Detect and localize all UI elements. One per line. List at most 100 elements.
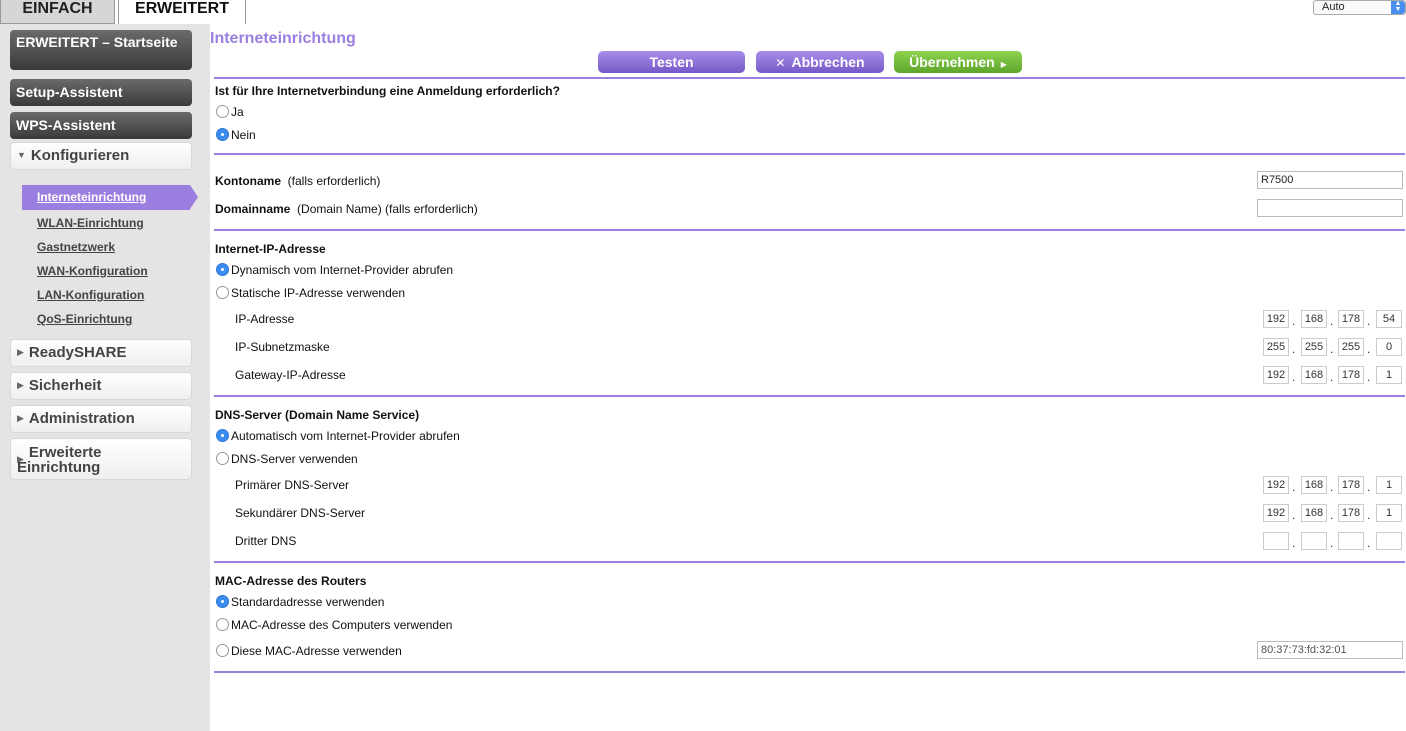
primary-dns-label: Primärer DNS-Server	[235, 478, 350, 492]
mac-address-title: MAC-Adresse des Routers	[215, 574, 367, 588]
gateway-ip-label: Gateway-IP-Adresse	[235, 368, 346, 382]
ip-address-octet-3[interactable]: 178	[1338, 310, 1364, 328]
apply-button[interactable]: Übernehmen ▶	[894, 51, 1022, 73]
sidebar-category-readyshare[interactable]: ▶ ReadySHARE	[10, 339, 192, 367]
dns-server-title: DNS-Server (Domain Name Service)	[215, 408, 420, 422]
third-dns-label: Dritter DNS	[235, 534, 297, 548]
tab-simple[interactable]: EINFACH	[0, 0, 115, 24]
sidebar: ERWEITERT – Startseite Setup-Assistent W…	[0, 24, 210, 731]
main-content: Interneteinrichtung Testen ✕ Abbrechen Üb…	[210, 24, 1406, 731]
account-name-input[interactable]: R7500	[1257, 171, 1403, 189]
mac-address-input[interactable]: 80:37:73:fd:32:01	[1257, 641, 1403, 659]
gateway-octet-4[interactable]: 1	[1376, 366, 1402, 384]
radio-label-dns-auto: Automatisch vom Internet-Provider abrufe…	[231, 429, 460, 443]
primary-dns-octet-1[interactable]: 192	[1263, 476, 1289, 494]
radio-label-mac-default: Standardadresse verwenden	[231, 595, 385, 609]
internet-ip-title: Internet-IP-Adresse	[215, 242, 326, 256]
radio-mac-custom[interactable]	[216, 644, 229, 657]
test-button-label: Testen	[649, 54, 694, 70]
dot-separator: .	[1367, 508, 1371, 522]
secondary-dns-octet-1[interactable]: 192	[1263, 504, 1289, 522]
sidebar-item-guest-network[interactable]: Gastnetzwerk	[37, 240, 115, 254]
sidebar-advanced-home[interactable]: ERWEITERT – Startseite	[10, 30, 192, 70]
sidebar-item-internet-setup[interactable]: Interneteinrichtung	[22, 185, 198, 210]
gateway-octet-1[interactable]: 192	[1263, 366, 1289, 384]
radio-label-no: Nein	[231, 128, 256, 142]
primary-dns-octet-4[interactable]: 1	[1376, 476, 1402, 494]
radio-mac-default[interactable]	[216, 595, 229, 608]
radio-login-no[interactable]	[216, 128, 229, 141]
radio-label-yes: Ja	[231, 105, 244, 119]
sidebar-category-advanced-setup[interactable]: ▶ Erweiterte Einrichtung	[10, 438, 192, 480]
triangle-right-icon: ▶	[17, 380, 24, 390]
primary-dns-octet-2[interactable]: 168	[1301, 476, 1327, 494]
dot-separator: .	[1292, 342, 1296, 356]
gateway-octet-2[interactable]: 168	[1301, 366, 1327, 384]
category-label: Sicherheit	[28, 377, 102, 394]
sidebar-item-wan-config[interactable]: WAN-Konfiguration	[37, 264, 148, 278]
radio-login-yes[interactable]	[216, 105, 229, 118]
apply-button-label: Übernehmen	[909, 54, 995, 70]
radio-ip-static[interactable]	[216, 286, 229, 299]
top-tab-bar: EINFACH ERWEITERT Auto ▲ ▼	[0, 0, 1406, 24]
radio-label-mac-computer: MAC-Adresse des Computers verwenden	[231, 618, 453, 632]
sidebar-setup-wizard[interactable]: Setup-Assistent	[10, 79, 192, 106]
radio-dns-auto[interactable]	[216, 429, 229, 442]
dot-separator: .	[1292, 508, 1296, 522]
dot-separator: .	[1367, 314, 1371, 328]
sidebar-item-lan-config[interactable]: LAN-Konfiguration	[37, 288, 144, 302]
sidebar-item-wlan-setup[interactable]: WLAN-Einrichtung	[37, 216, 144, 230]
dot-separator: .	[1292, 480, 1296, 494]
ip-address-octet-4[interactable]: 54	[1376, 310, 1402, 328]
dot-separator: .	[1330, 342, 1334, 356]
subnet-mask-label: IP-Subnetzmaske	[235, 340, 330, 354]
tab-advanced[interactable]: ERWEITERT	[118, 0, 246, 24]
language-select-value: Auto	[1322, 1, 1345, 13]
sidebar-category-security[interactable]: ▶ Sicherheit	[10, 372, 192, 400]
divider	[214, 561, 1405, 563]
radio-dns-manual[interactable]	[216, 452, 229, 465]
third-dns-octet-1[interactable]	[1263, 532, 1289, 550]
language-select[interactable]: Auto ▲ ▼	[1313, 0, 1406, 15]
subnet-mask-octet-4[interactable]: 0	[1376, 338, 1402, 356]
dot-separator: .	[1367, 342, 1371, 356]
close-icon: ✕	[775, 56, 786, 70]
secondary-dns-octet-2[interactable]: 168	[1301, 504, 1327, 522]
subnet-mask-octet-3[interactable]: 255	[1338, 338, 1364, 356]
domain-name-label: Domainname (Domain Name) (falls erforder…	[215, 202, 478, 216]
category-label: ReadySHARE	[28, 344, 127, 361]
dot-separator: .	[1292, 536, 1296, 550]
divider	[214, 229, 1405, 231]
radio-ip-dynamic[interactable]	[216, 263, 229, 276]
primary-dns-octet-3[interactable]: 178	[1338, 476, 1364, 494]
sidebar-category-configure[interactable]: ▼ Konfigurieren	[10, 142, 192, 170]
secondary-dns-label: Sekundärer DNS-Server	[235, 506, 366, 520]
radio-label-mac-custom: Diese MAC-Adresse verwenden	[231, 644, 402, 658]
sidebar-item-qos-setup[interactable]: QoS-Einrichtung	[37, 312, 132, 326]
dot-separator: .	[1292, 370, 1296, 384]
subnet-mask-octet-2[interactable]: 255	[1301, 338, 1327, 356]
domain-name-input[interactable]	[1257, 199, 1403, 217]
secondary-dns-octet-4[interactable]: 1	[1376, 504, 1402, 522]
triangle-right-icon: ▶	[17, 454, 24, 464]
test-button[interactable]: Testen	[598, 51, 745, 73]
dot-separator: .	[1330, 536, 1334, 550]
dot-separator: .	[1292, 314, 1296, 328]
ip-address-octet-2[interactable]: 168	[1301, 310, 1327, 328]
secondary-dns-octet-3[interactable]: 178	[1338, 504, 1364, 522]
divider	[214, 395, 1405, 397]
gateway-octet-3[interactable]: 178	[1338, 366, 1364, 384]
radio-label-ip-dynamic: Dynamisch vom Internet-Provider abrufen	[231, 263, 454, 277]
ip-address-octet-1[interactable]: 192	[1263, 310, 1289, 328]
sidebar-wps-wizard[interactable]: WPS-Assistent	[10, 112, 192, 139]
category-label: Erweiterte Einrichtung	[17, 444, 102, 476]
login-question: Ist für Ihre Internetverbindung eine Anm…	[215, 84, 560, 98]
subnet-mask-octet-1[interactable]: 255	[1263, 338, 1289, 356]
third-dns-octet-4[interactable]	[1376, 532, 1402, 550]
third-dns-octet-3[interactable]	[1338, 532, 1364, 550]
sidebar-category-administration[interactable]: ▶ Administration	[10, 405, 192, 433]
third-dns-octet-2[interactable]	[1301, 532, 1327, 550]
cancel-button[interactable]: ✕ Abbrechen	[756, 51, 884, 73]
cancel-button-label: Abbrechen	[791, 54, 865, 70]
radio-mac-computer[interactable]	[216, 618, 229, 631]
